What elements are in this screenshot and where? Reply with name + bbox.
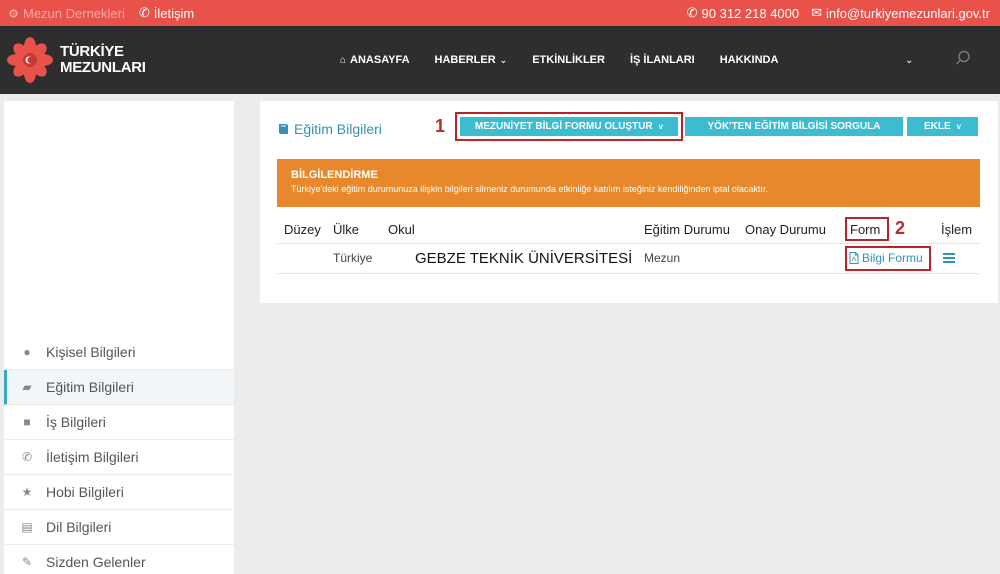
sidebar-item-label: İş Bilgileri [46,414,106,430]
nav-hakkinda[interactable]: HAKKINDA [720,54,779,66]
logo-text: TÜRKİYE MEZUNLARI [60,44,146,76]
phone-info: ✆ 90 312 218 4000 [687,5,800,21]
highlight-box-form-header [845,217,889,241]
book-icon: ▰ [22,380,32,394]
column-header-ulke: Ülke [333,222,360,237]
sidebar-item-label: Dil Bilgileri [46,519,112,535]
page-title: Eğitim Bilgileri [278,121,382,137]
sidebar-item-iletisim[interactable]: ✆ İletişim Bilgileri [4,440,234,475]
site-logo[interactable]: TÜRKİYE MEZUNLARI [6,36,146,84]
nav-haberler[interactable]: HABERLER ⌄ [435,54,508,66]
chevron-down-icon: ⌄ [499,54,508,65]
iletisim-link[interactable]: ✆ İletişim [139,5,194,21]
info-notice: BİLGİLENDİRME Türkiye'deki eğitim durumu… [277,159,980,207]
iletisim-label: İletişim [153,5,195,21]
sidebar-item-label: İletişim Bilgileri [46,449,139,465]
home-icon: ⌂ [340,54,347,66]
sidebar-item-sizden[interactable]: ✎ Sizden Gelenler [4,545,234,574]
site-header: TÜRKİYE MEZUNLARI ⌂ ANASAYFA HABERLER ⌄ … [0,26,1000,94]
step-marker-1: 1 [435,116,446,136]
pdf-file-icon [849,252,859,264]
column-header-islem: İşlem [941,222,973,237]
envelope-icon: ✉ [811,5,823,20]
nav-etkinlikler-label: ETKİNLİKLER [532,54,605,66]
gear-icon [9,8,18,18]
nav-etkinlikler[interactable]: ETKİNLİKLER [532,54,605,66]
cell-okul: GEBZE TEKNİK ÜNİVERSİTESİ [415,250,633,267]
profile-sidebar: ● Kişisel Bilgileri ▰ Eğitim Bilgileri ■… [4,101,234,574]
sidebar-item-label: Kişisel Bilgileri [46,344,136,360]
column-header-onay-durumu: Onay Durumu [745,222,826,237]
main-nav: ⌂ ANASAYFA HABERLER ⌄ ETKİNLİKLER İŞ İLA… [340,26,778,94]
sidebar-item-egitim[interactable]: ▰ Eğitim Bilgileri [4,370,234,405]
yok-sorgula-button[interactable]: YÖK'TEN EĞİTİM BİLGİSİ SORGULA [685,117,903,136]
logo-line2: MEZUNLARI [60,59,146,76]
nav-is-ilanlari-label: İŞ İLANLARI [629,54,695,66]
table-divider [277,273,980,274]
search-icon[interactable] [955,50,971,66]
cell-ulke: Türkiye [333,251,373,265]
mezun-dernekleri-link[interactable]: Mezun Dernekleri [8,5,125,21]
email-link[interactable]: ✉ info@turkiyemezunlari.gov.tr [811,5,990,21]
star-icon: ★ [21,485,33,499]
pencil-icon: ✎ [21,555,33,569]
sidebar-item-label: Sizden Gelenler [46,554,146,570]
ekle-button[interactable]: EKLE v [907,117,978,136]
logo-line1: TÜRKİYE [60,43,124,60]
chevron-down-icon[interactable]: ⌄ [905,55,913,66]
column-header-duzey: Düzey [284,222,321,237]
hamburger-menu-icon[interactable] [943,253,955,263]
sidebar-item-dil[interactable]: ▤ Dil Bilgileri [4,510,234,545]
nav-haberler-label: HABERLER [434,54,496,66]
bilgi-formu-label: Bilgi Formu [862,251,923,265]
column-header-egitim-durumu: Eğitim Durumu [644,222,730,237]
nav-is-ilanlari[interactable]: İŞ İLANLARI [630,54,695,66]
email-address: info@turkiyemezunlari.gov.tr [826,5,990,21]
chevron-down-icon: v [658,122,664,131]
nav-anasayfa[interactable]: ⌂ ANASAYFA [340,54,410,66]
phone-icon: ✆ [138,5,150,20]
sidebar-item-label: Eğitim Bilgileri [46,379,134,395]
cell-egitim-durumu: Mezun [644,251,681,265]
phone-icon: ✆ [686,5,698,20]
user-icon: ● [23,345,31,359]
nav-hakkinda-label: HAKKINDA [719,54,779,66]
table-divider [277,243,980,244]
phone-icon: ✆ [21,450,33,464]
sidebar-menu: ● Kişisel Bilgileri ▰ Eğitim Bilgileri ■… [4,335,234,574]
chevron-down-icon: v [956,122,962,131]
sidebar-item-is[interactable]: ■ İş Bilgileri [4,405,234,440]
sidebar-item-kisisel[interactable]: ● Kişisel Bilgileri [4,335,234,370]
bilgi-formu-link[interactable]: Bilgi Formu [849,251,923,265]
sidebar-item-hobi[interactable]: ★ Hobi Bilgileri [4,475,234,510]
nav-anasayfa-label: ANASAYFA [350,54,410,66]
page-title-text: Eğitim Bilgileri [294,121,382,137]
language-icon: ▤ [21,520,33,534]
notice-text: Türkiye'deki eğitim durumunuza ilişkin b… [291,184,768,194]
column-header-okul: Okul [388,222,415,237]
flower-logo-icon [7,37,53,83]
education-panel: Eğitim Bilgileri 1 MEZUNİYET BİLGİ FORMU… [260,101,998,303]
briefcase-icon: ■ [23,415,31,429]
mezuniyet-form-button[interactable]: MEZUNİYET BİLGİ FORMU OLUŞTUR v [460,117,678,136]
book-icon [279,124,288,134]
top-bar: Mezun Dernekleri ✆ İletişim ✆ 90 312 218… [0,0,1000,26]
notice-title: BİLGİLENDİRME [291,169,378,181]
mezun-dernekleri-label: Mezun Dernekleri [23,5,125,21]
yok-sorgula-label: YÖK'TEN EĞİTİM BİLGİSİ SORGULA [707,121,881,132]
mezuniyet-form-label: MEZUNİYET BİLGİ FORMU OLUŞTUR [474,121,653,132]
step-marker-2: 2 [895,218,906,238]
phone-number: 90 312 218 4000 [701,5,800,21]
sidebar-item-label: Hobi Bilgileri [46,484,124,500]
ekle-label: EKLE [923,121,951,132]
